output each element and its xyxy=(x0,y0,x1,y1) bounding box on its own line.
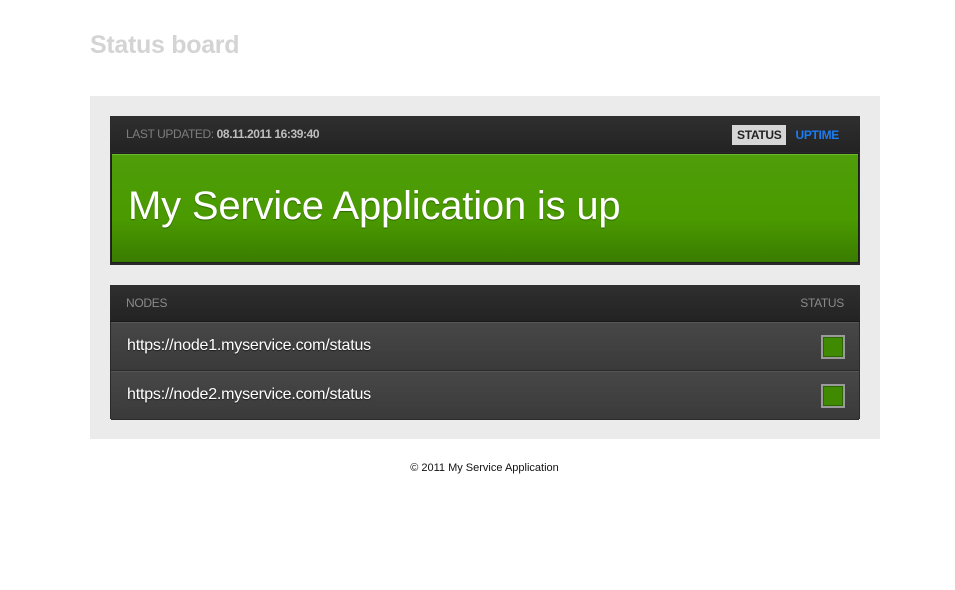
node-row: https://node1.myservice.com/status xyxy=(111,322,859,371)
nodes-table-header: NODES STATUS xyxy=(110,285,860,322)
last-updated-label: LAST UPDATED: xyxy=(126,127,214,141)
node-url: https://node2.myservice.com/status xyxy=(127,386,371,403)
tab-uptime[interactable]: UPTIME xyxy=(790,125,844,145)
service-status-banner: My Service Application is up xyxy=(111,153,859,263)
node-status-indicator xyxy=(821,335,845,359)
last-updated-timestamp: 08.11.2011 16:39:40 xyxy=(216,127,320,141)
page-title: Status board xyxy=(90,31,240,59)
nodes-column-header: NODES xyxy=(126,296,168,310)
tab-status[interactable]: STATUS xyxy=(732,125,787,145)
nodes-panel: NODES STATUS https://node1.myservice.com… xyxy=(110,285,860,420)
view-tabs: STATUS UPTIME xyxy=(732,125,844,145)
last-updated: LAST UPDATED: 08.11.2011 16:39:40 xyxy=(126,127,320,141)
node-row: https://node2.myservice.com/status xyxy=(111,371,859,420)
status-column-header: STATUS xyxy=(800,296,844,310)
node-status-indicator xyxy=(821,384,845,408)
service-status-message: My Service Application is up xyxy=(128,184,621,228)
status-panel-header: LAST UPDATED: 08.11.2011 16:39:40 STATUS… xyxy=(110,116,860,152)
footer-copyright: © 2011 My Service Application xyxy=(410,462,559,474)
node-url: https://node1.myservice.com/status xyxy=(127,337,371,354)
status-board: LAST UPDATED: 08.11.2011 16:39:40 STATUS… xyxy=(90,96,880,439)
service-status-panel: LAST UPDATED: 08.11.2011 16:39:40 STATUS… xyxy=(110,116,860,265)
